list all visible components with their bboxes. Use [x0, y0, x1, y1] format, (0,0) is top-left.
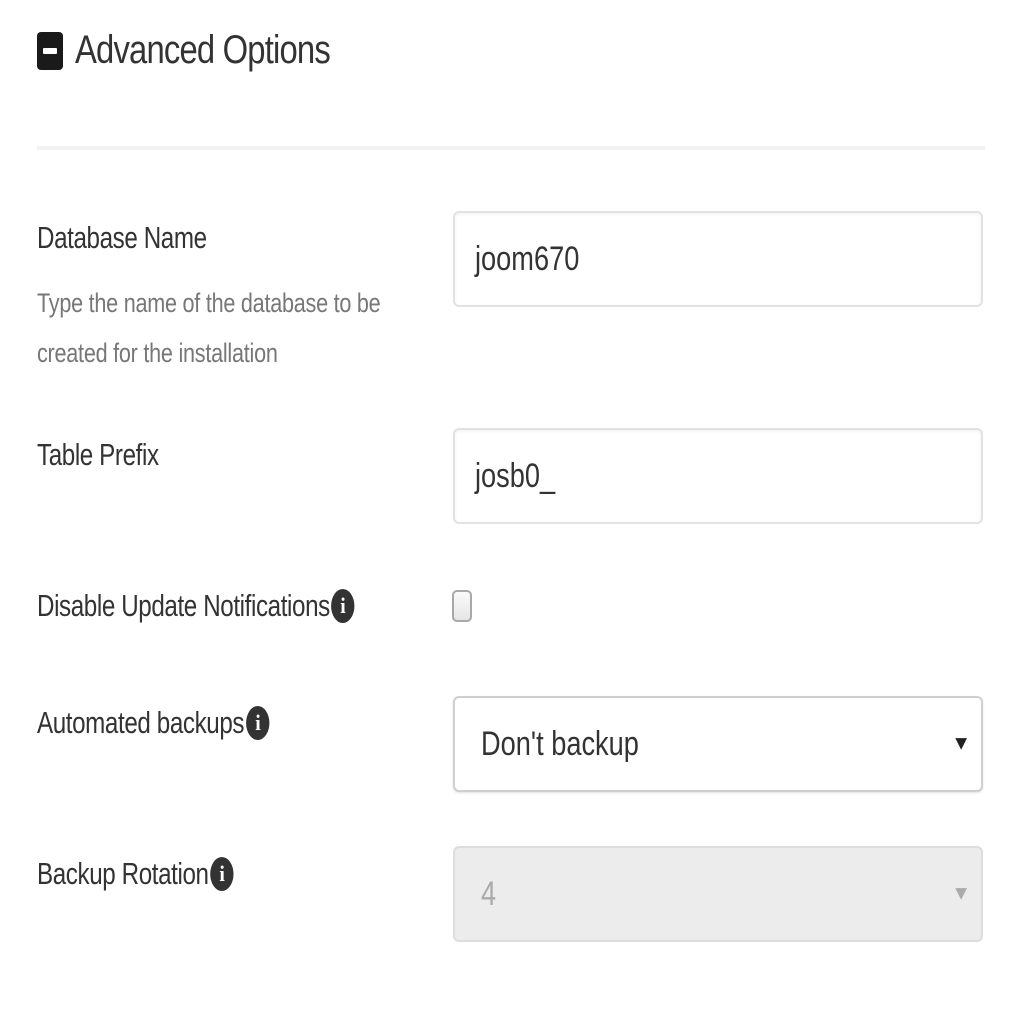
database-name-input[interactable]: joom670 — [453, 211, 983, 307]
database-name-label-text: Database Name — [37, 220, 207, 255]
automated-backups-select[interactable]: Don't backup ▼ — [453, 696, 983, 792]
advanced-options-toggle[interactable]: Advanced Options — [37, 28, 386, 73]
info-circle-icon[interactable]: i — [331, 589, 355, 623]
database-name-value: joom670 — [475, 239, 580, 278]
backup-rotation-label: Backup Rotation i — [37, 856, 234, 892]
info-circle-icon[interactable]: i — [210, 857, 234, 891]
table-prefix-label: Table Prefix — [37, 437, 159, 473]
backup-rotation-label-text: Backup Rotation — [37, 856, 209, 891]
database-name-label: Database Name — [37, 220, 207, 256]
automated-backups-label-text: Automated backups — [37, 705, 245, 740]
disable-update-notifications-checkbox[interactable] — [452, 590, 472, 622]
section-title: Advanced Options — [75, 28, 331, 72]
database-name-help-line2: created for the installation — [37, 338, 278, 368]
database-name-help-line1: Type the name of the database to be — [37, 288, 381, 318]
section-divider — [37, 146, 985, 150]
advanced-options-panel: Advanced Options Database Name Type the … — [0, 0, 1024, 1024]
table-prefix-input[interactable]: josb0_ — [453, 428, 983, 524]
disable-update-notifications-label-text: Disable Update Notifications — [37, 588, 330, 623]
minus-square-icon[interactable] — [37, 31, 63, 70]
chevron-down-icon: ▼ — [951, 882, 971, 905]
automated-backups-selected: Don't backup — [481, 724, 639, 763]
chevron-down-icon: ▼ — [951, 732, 971, 755]
table-prefix-value: josb0_ — [475, 456, 556, 495]
table-prefix-label-text: Table Prefix — [37, 437, 159, 472]
info-circle-icon[interactable]: i — [245, 706, 270, 740]
automated-backups-label: Automated backups i — [37, 705, 270, 741]
disable-update-notifications-label: Disable Update Notifications i — [37, 588, 355, 624]
backup-rotation-select: 4 ▼ — [453, 846, 983, 942]
backup-rotation-selected: 4 — [481, 874, 497, 913]
